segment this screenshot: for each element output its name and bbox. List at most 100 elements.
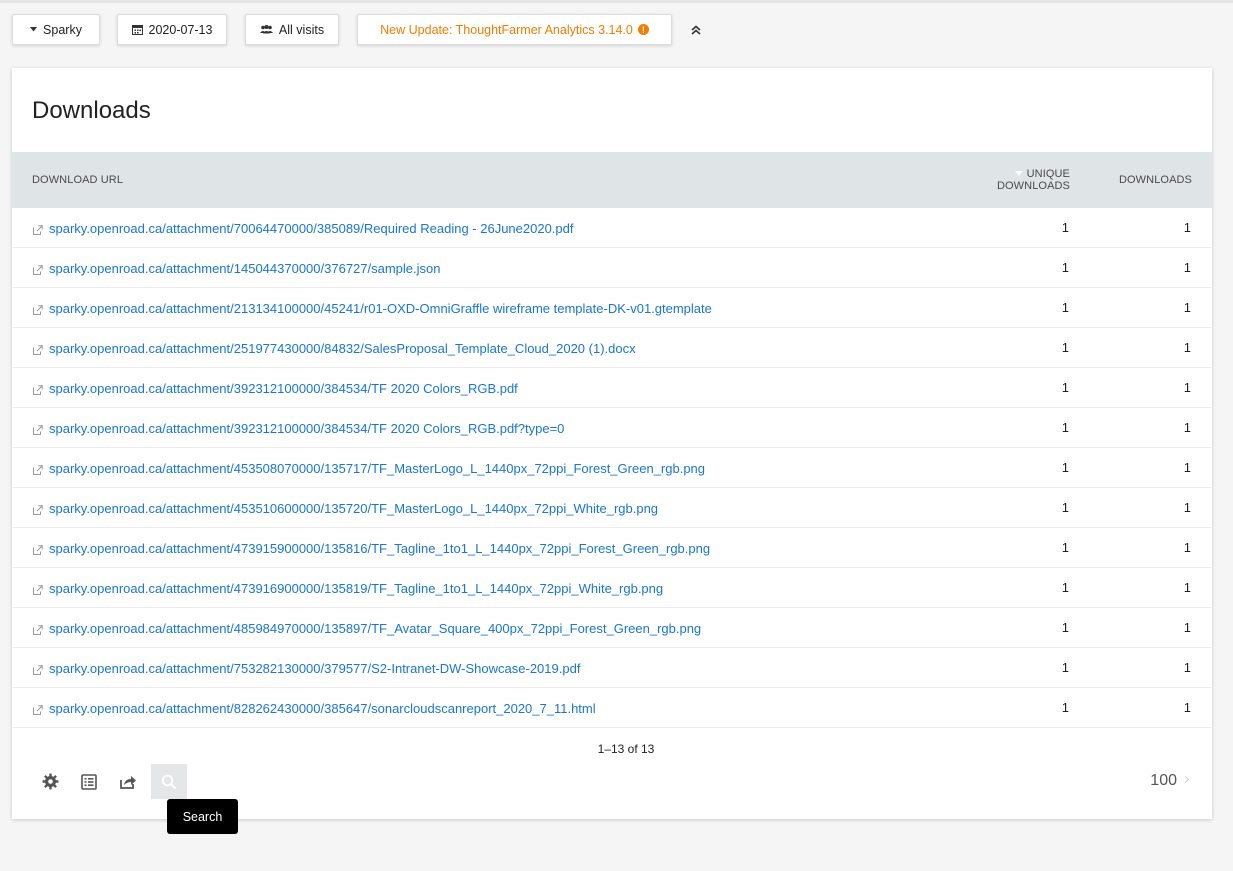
unique-downloads-value: 1 — [1061, 220, 1069, 235]
downloads-value: 1 — [1183, 340, 1191, 355]
downloads-value: 1 — [1183, 300, 1191, 315]
download-url-link[interactable]: sparky.openroad.ca/attachment/3923121000… — [49, 421, 564, 436]
table-row: sparky.openroad.ca/attachment/4535080700… — [12, 448, 1212, 488]
downloads-report: Downloads DOWNLOAD URL UNIQUE DOWNLOADS … — [12, 68, 1212, 834]
site-selector[interactable]: Sparky — [12, 14, 100, 45]
download-url-link[interactable]: sparky.openroad.ca/attachment/4535080700… — [49, 461, 705, 476]
unique-downloads-value: 1 — [1061, 620, 1069, 635]
pagination-label: 1–13 of 13 — [597, 742, 655, 756]
table-row: sparky.openroad.ca/attachment/3923121000… — [12, 368, 1212, 408]
table-row: sparky.openroad.ca/attachment/1450443700… — [12, 248, 1212, 288]
external-link-icon — [33, 545, 43, 555]
download-url-link[interactable]: sparky.openroad.ca/attachment/4739159000… — [49, 541, 710, 556]
table-row: sparky.openroad.ca/attachment/4739159000… — [12, 528, 1212, 568]
segment-selector-label: All visits — [278, 22, 325, 37]
export-button[interactable] — [110, 764, 146, 799]
chevron-right-icon — [1181, 775, 1190, 784]
table-row: sparky.openroad.ca/attachment/4739169000… — [12, 568, 1212, 608]
unique-label-line1: UNIQUE — [1026, 168, 1070, 180]
unique-downloads-value: 1 — [1061, 300, 1069, 315]
download-url-link[interactable]: sparky.openroad.ca/attachment/4535106000… — [49, 501, 658, 516]
table-row: sparky.openroad.ca/attachment/2131341000… — [12, 288, 1212, 328]
column-header-url[interactable]: DOWNLOAD URL — [32, 174, 123, 186]
download-url-link[interactable]: sparky.openroad.ca/attachment/7006447000… — [49, 221, 574, 236]
downloads-value: 1 — [1183, 420, 1191, 435]
share-icon — [120, 775, 136, 789]
unique-label-line2: DOWNLOADS — [996, 180, 1070, 192]
external-link-icon — [33, 385, 43, 395]
settings-button[interactable] — [32, 764, 68, 799]
unique-downloads-value: 1 — [1061, 580, 1069, 595]
segment-selector[interactable]: All visits — [245, 14, 339, 45]
unique-downloads-value: 1 — [1061, 460, 1069, 475]
table-row: sparky.openroad.ca/attachment/4535106000… — [12, 488, 1212, 528]
update-notice[interactable]: New Update: ThoughtFarmer Analytics 3.14… — [357, 14, 672, 45]
download-url-link[interactable]: sparky.openroad.ca/attachment/4859849700… — [49, 621, 701, 636]
downloads-value: 1 — [1183, 580, 1191, 595]
download-url-link[interactable]: sparky.openroad.ca/attachment/4739169000… — [49, 581, 663, 596]
external-link-icon — [33, 585, 43, 595]
downloads-value: 1 — [1183, 660, 1191, 675]
unique-downloads-value: 1 — [1061, 540, 1069, 555]
external-link-icon — [33, 665, 43, 675]
table-header: DOWNLOAD URL UNIQUE DOWNLOADS DOWNLOADS — [12, 152, 1212, 208]
external-link-icon — [33, 705, 43, 715]
external-link-icon — [33, 225, 43, 235]
unique-downloads-value: 1 — [1061, 340, 1069, 355]
table-row: sparky.openroad.ca/attachment/2519774300… — [12, 328, 1212, 368]
download-url-link[interactable]: sparky.openroad.ca/attachment/3923121000… — [49, 381, 518, 396]
external-link-icon — [33, 345, 43, 355]
table-row: sparky.openroad.ca/attachment/3923121000… — [12, 408, 1212, 448]
update-notice-label: New Update: ThoughtFarmer Analytics 3.14… — [380, 22, 633, 37]
downloads-value: 1 — [1183, 220, 1191, 235]
table-view-button[interactable] — [71, 764, 107, 799]
users-icon — [259, 25, 273, 34]
gear-icon — [42, 773, 58, 790]
list-icon — [81, 773, 97, 790]
date-selector-label: 2020-07-13 — [148, 22, 213, 37]
downloads-value: 1 — [1183, 540, 1191, 555]
table-row: sparky.openroad.ca/attachment/8282624300… — [12, 688, 1212, 728]
downloads-value: 1 — [1183, 460, 1191, 475]
unique-downloads-value: 1 — [1061, 380, 1069, 395]
download-url-link[interactable]: sparky.openroad.ca/attachment/2519774300… — [49, 341, 636, 356]
row-limit-value: 100 — [1150, 772, 1177, 789]
download-url-link[interactable]: sparky.openroad.ca/attachment/2131341000… — [49, 301, 712, 316]
search-button[interactable] — [151, 764, 187, 799]
downloads-value: 1 — [1183, 620, 1191, 635]
sort-desc-icon — [1014, 171, 1023, 176]
column-header-unique-downloads[interactable]: UNIQUE DOWNLOADS — [997, 168, 1070, 192]
table-row: sparky.openroad.ca/attachment/7006447000… — [12, 208, 1212, 248]
double-chevron-up-icon — [691, 25, 701, 35]
downloads-value: 1 — [1183, 260, 1191, 275]
table-row: sparky.openroad.ca/attachment/7532821300… — [12, 648, 1212, 688]
unique-downloads-value: 1 — [1061, 500, 1069, 515]
unique-downloads-value: 1 — [1061, 700, 1069, 715]
warning-icon: ! — [637, 24, 649, 35]
collapse-toolbar-button[interactable] — [688, 22, 704, 38]
top-border — [0, 0, 1233, 3]
column-header-downloads[interactable]: DOWNLOADS — [1119, 174, 1192, 186]
unique-downloads-value: 1 — [1061, 420, 1069, 435]
row-limit-selector[interactable]: 100 — [1150, 772, 1190, 790]
site-selector-label: Sparky — [43, 22, 82, 37]
unique-downloads-value: 1 — [1061, 260, 1069, 275]
external-link-icon — [33, 265, 43, 275]
external-link-icon — [33, 425, 43, 435]
external-link-icon — [33, 465, 43, 475]
downloads-value: 1 — [1183, 380, 1191, 395]
table-body: sparky.openroad.ca/attachment/7006447000… — [12, 208, 1212, 728]
downloads-value: 1 — [1183, 500, 1191, 515]
report-title: Downloads — [32, 97, 151, 124]
external-link-icon — [33, 505, 43, 515]
external-link-icon — [33, 625, 43, 635]
download-url-link[interactable]: sparky.openroad.ca/attachment/1450443700… — [49, 261, 441, 276]
downloads-value: 1 — [1183, 700, 1191, 715]
date-selector[interactable]: 2020-07-13 — [117, 14, 227, 45]
search-tooltip: Search — [167, 799, 238, 834]
caret-down-icon — [30, 27, 38, 32]
download-url-link[interactable]: sparky.openroad.ca/attachment/7532821300… — [49, 661, 580, 676]
download-url-link[interactable]: sparky.openroad.ca/attachment/8282624300… — [49, 701, 596, 716]
external-link-icon — [33, 305, 43, 315]
calendar-icon — [131, 24, 143, 35]
